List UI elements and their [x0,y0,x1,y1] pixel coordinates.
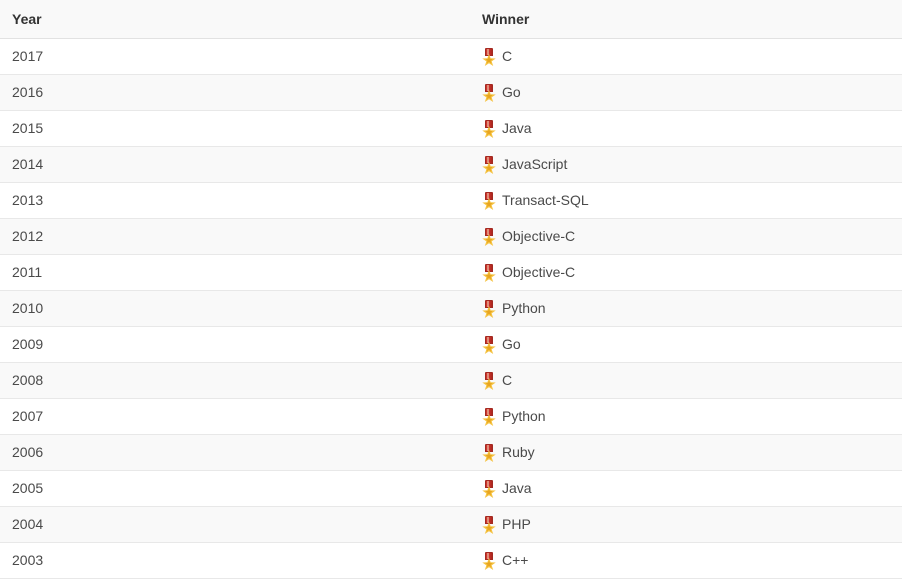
winner-label: C++ [502,552,529,568]
winner-label: PHP [502,516,531,532]
winner-content: C [482,39,902,74]
winner-content: Java [482,111,902,146]
table-row[interactable]: 2016 Go [0,74,902,111]
winner-label: Go [502,84,521,100]
cell-year: 2014 [0,146,470,183]
winner-label: Ruby [502,444,535,460]
cell-winner: Objective-C [470,218,902,255]
winner-label: Python [502,408,546,424]
medal-icon [482,372,496,390]
cell-winner: JavaScript [470,146,902,183]
cell-year: 2005 [0,470,470,507]
cell-year: 2009 [0,326,470,363]
medal-icon [482,84,496,102]
medal-icon [482,516,496,534]
table-row[interactable]: 2008 C [0,362,902,399]
winner-label: Python [502,300,546,316]
column-header-year[interactable]: Year [0,0,470,39]
winner-content: Transact-SQL [482,183,902,218]
winner-label: C [502,48,513,64]
cell-year: 2008 [0,362,470,399]
cell-year: 2011 [0,254,470,291]
winners-table: Year Winner 2017 C 2016 Go 2015 Java 2014 JavaS… [0,0,902,579]
table-row[interactable]: 2012 Objective-C [0,218,902,255]
table-row[interactable]: 2009 Go [0,326,902,363]
winner-content: Ruby [482,435,902,470]
cell-winner: Objective-C [470,254,902,291]
cell-year: 2015 [0,110,470,147]
medal-icon [482,480,496,498]
winner-content: Python [482,399,902,434]
cell-winner: C++ [470,542,902,579]
winner-content: Java [482,471,902,506]
winner-content: C [482,363,902,398]
medal-icon [482,120,496,138]
winner-content: Go [482,75,902,110]
column-header-winner[interactable]: Winner [470,0,902,39]
winner-content: Objective-C [482,219,902,254]
cell-winner: Go [470,74,902,111]
medal-icon [482,300,496,318]
medal-icon [482,48,496,66]
winner-content: Python [482,291,902,326]
cell-year: 2003 [0,542,470,579]
medal-icon [482,192,496,210]
cell-winner: Python [470,290,902,327]
table-row[interactable]: 2004 PHP [0,506,902,543]
cell-winner: Java [470,110,902,147]
medal-icon [482,408,496,426]
medal-icon [482,336,496,354]
medal-icon [482,228,496,246]
cell-year: 2006 [0,434,470,471]
table-row[interactable]: 2014 JavaScript [0,146,902,183]
winner-content: JavaScript [482,147,902,182]
medal-icon [482,552,496,570]
cell-year: 2004 [0,506,470,543]
table-row[interactable]: 2017 C [0,38,902,75]
table-row[interactable]: 2003 C++ [0,542,902,579]
winner-label: JavaScript [502,156,568,172]
medal-icon [482,156,496,174]
winner-label: C [502,372,513,388]
cell-winner: Ruby [470,434,902,471]
cell-year: 2012 [0,218,470,255]
winner-label: Go [502,336,521,352]
table-row[interactable]: 2005 Java [0,470,902,507]
table-row[interactable]: 2013 Transact-SQL [0,182,902,219]
cell-winner: Python [470,398,902,435]
table-row[interactable]: 2007 Python [0,398,902,435]
winner-label: Objective-C [502,264,576,280]
medal-icon [482,444,496,462]
winner-content: PHP [482,507,902,542]
winner-label: Java [502,480,532,496]
winner-content: Go [482,327,902,362]
table-row[interactable]: 2015 Java [0,110,902,147]
cell-year: 2016 [0,74,470,111]
winner-content: Objective-C [482,255,902,290]
cell-winner: Go [470,326,902,363]
table-body: 2017 C 2016 Go 2015 Java 2014 JavaScript 2013 Tra… [0,38,902,579]
cell-winner: C [470,362,902,399]
table-row[interactable]: 2011 Objective-C [0,254,902,291]
table-row[interactable]: 2006 Ruby [0,434,902,471]
cell-year: 2010 [0,290,470,327]
cell-year: 2007 [0,398,470,435]
cell-winner: PHP [470,506,902,543]
cell-winner: C [470,38,902,75]
cell-winner: Transact-SQL [470,182,902,219]
winner-label: Objective-C [502,228,576,244]
table-row[interactable]: 2010 Python [0,290,902,327]
medal-icon [482,264,496,282]
table-header-row: Year Winner [0,0,902,39]
winner-label: Java [502,120,532,136]
winner-label: Transact-SQL [502,192,589,208]
cell-year: 2017 [0,38,470,75]
winner-content: C++ [482,543,902,578]
cell-year: 2013 [0,182,470,219]
table-header: Year Winner [0,0,902,39]
cell-winner: Java [470,470,902,507]
